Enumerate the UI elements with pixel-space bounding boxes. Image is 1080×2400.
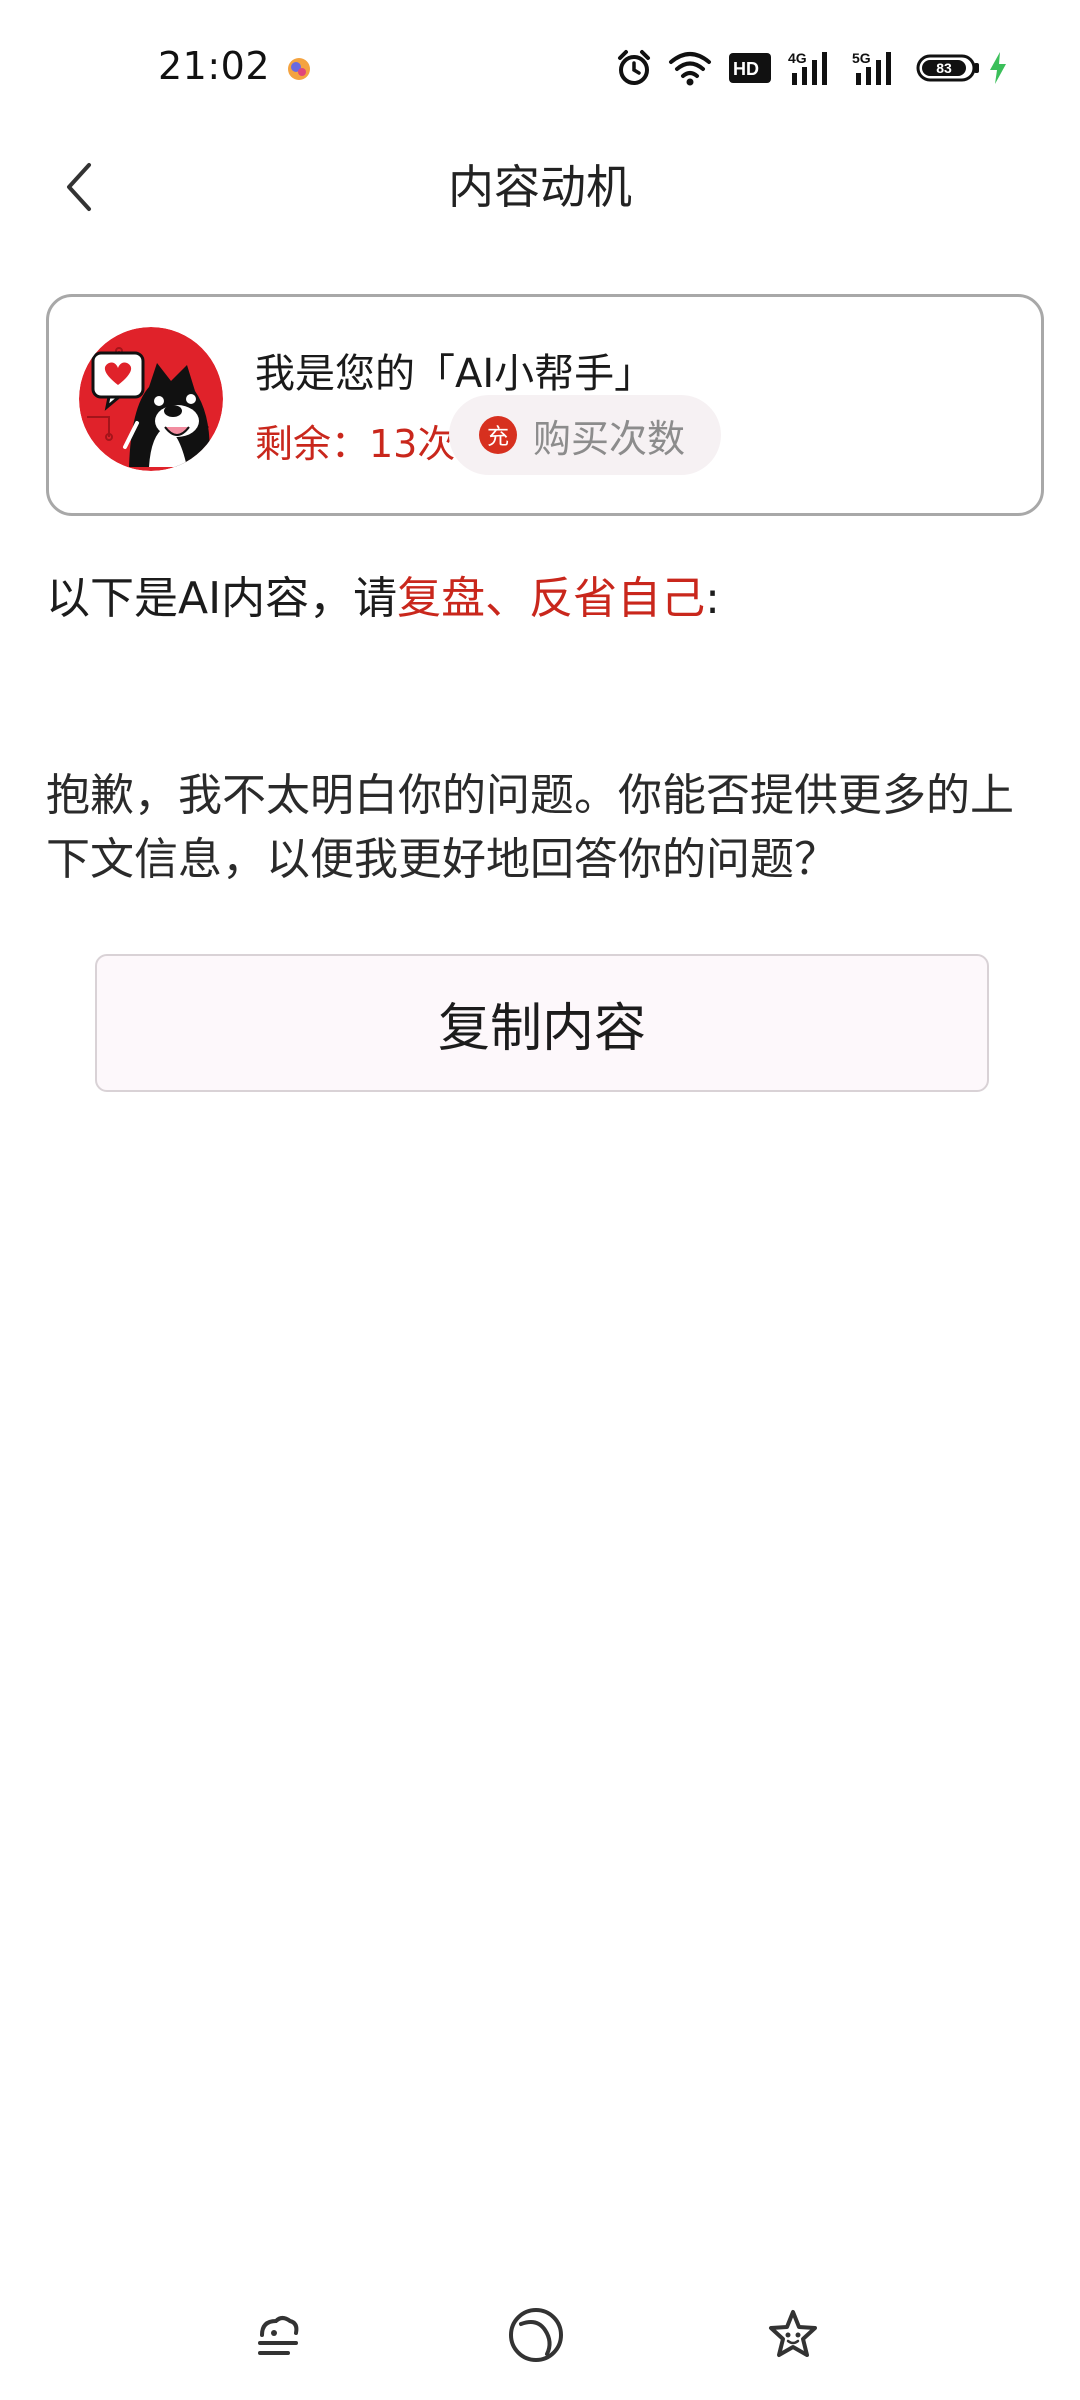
copy-content-button[interactable]: 复制内容	[95, 954, 989, 1092]
dog-mascot-icon	[79, 327, 223, 471]
hd-label: HD	[733, 59, 759, 79]
avatar	[79, 327, 223, 471]
remaining-count: 剩余：13次	[255, 422, 456, 466]
intro-suffix: :	[705, 573, 720, 624]
ai-helper-card: 我是您的「AI小帮手」 剩余：13次 充 购买次数	[46, 294, 1044, 516]
battery-level: 83	[936, 60, 952, 76]
battery-icon: 83	[916, 54, 979, 82]
signal-5g-icon: 5G	[852, 50, 891, 85]
page-title: 内容动机	[448, 160, 632, 214]
nav-home-button[interactable]	[503, 2302, 569, 2368]
intro-text: 以下是AI内容，请复盘、反省自己:	[46, 562, 720, 626]
signal-4g-label: 4G	[788, 50, 807, 66]
signal-5g-label: 5G	[852, 50, 871, 66]
buy-times-label: 购买次数	[533, 416, 686, 461]
menu-icon	[258, 2316, 299, 2355]
signal-4g-icon: 4G	[788, 50, 827, 85]
header: 内容动机	[0, 130, 1080, 240]
recharge-icon: 充	[479, 416, 517, 454]
home-icon	[509, 2308, 563, 2362]
card-title: 我是您的「AI小帮手」	[255, 351, 655, 397]
app-notification-icon	[288, 58, 310, 80]
alarm-icon	[618, 50, 650, 85]
hd-icon: HD	[729, 53, 771, 83]
ai-answer-text: 抱歉，我不太明白你的问题。你能否提供更多的上下文信息，以便我更好地回答你的问题？	[46, 770, 1014, 885]
charging-icon	[990, 52, 1006, 84]
buy-times-button[interactable]: 充 购买次数	[449, 395, 721, 475]
star-icon	[769, 2310, 817, 2357]
wifi-icon	[669, 52, 711, 86]
status-icons: HD 4G 5G 83	[616, 46, 1008, 90]
status-time: 21:02	[158, 44, 271, 88]
battery: 83	[916, 51, 1008, 85]
bottom-nav	[0, 2290, 1080, 2380]
nav-favorite-button[interactable]	[760, 2302, 826, 2368]
intro-prefix: 以下是AI内容，请	[46, 573, 398, 624]
nav-menu-button[interactable]	[245, 2302, 311, 2368]
intro-highlight: 复盘、反省自己	[397, 573, 706, 624]
status-bar: 21:02 HD 4G 5G 83	[0, 0, 1080, 130]
